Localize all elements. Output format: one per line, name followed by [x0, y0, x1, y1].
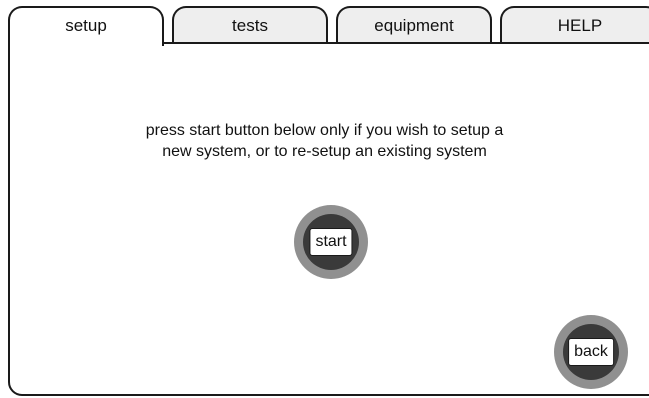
tab-setup-label: setup [65, 16, 107, 35]
start-button[interactable]: start [294, 205, 368, 279]
tab-help-label: HELP [557, 16, 603, 35]
tab-help[interactable]: HELP [500, 6, 649, 44]
tab-tests[interactable]: tests [172, 6, 328, 44]
tab-equipment-label: equipment [374, 16, 454, 35]
setup-instructions: press start button below only if you wis… [145, 122, 504, 160]
back-button-label: back [568, 338, 614, 366]
tab-equipment[interactable]: equipment [336, 6, 492, 44]
tab-setup[interactable]: setup [8, 6, 164, 46]
back-button[interactable]: back [554, 315, 628, 389]
start-button-label: start [309, 228, 353, 256]
tab-tests-label: tests [232, 16, 268, 35]
